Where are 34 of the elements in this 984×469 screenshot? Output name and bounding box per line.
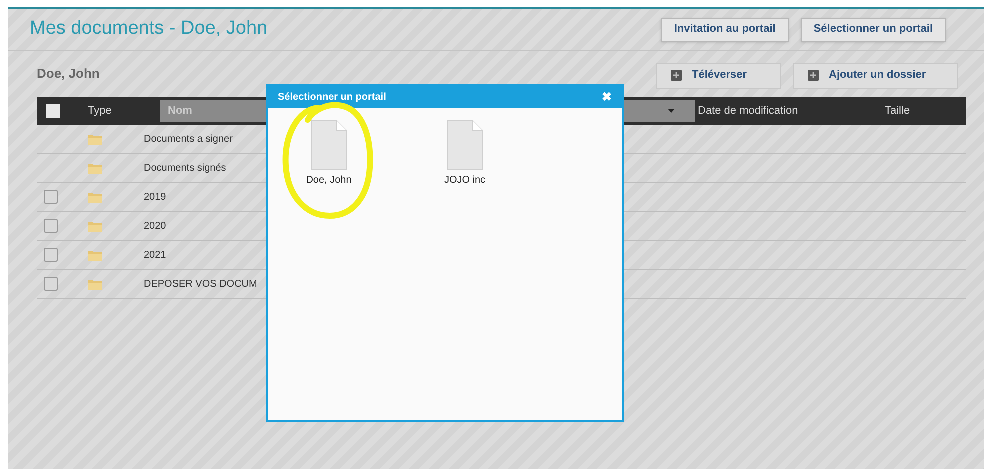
file-name[interactable]: Documents a signer [144,132,233,146]
page-title: Mes documents - Doe, John [30,17,268,42]
file-name[interactable]: 2020 [144,218,166,234]
select-all-checkbox[interactable] [46,104,60,118]
folder-icon [88,134,102,144]
folder-icon [88,278,102,290]
dialog-title: Sélectionner un portail [278,90,386,104]
folder-icon [88,220,102,232]
column-header[interactable]: Type [88,102,160,120]
portal-item[interactable]: JOJO inc [444,173,486,188]
file-name[interactable]: Documents signés [144,160,226,176]
folder-icon [88,192,102,202]
portal-item[interactable]: Doe, John [306,173,352,188]
plus-icon [808,70,819,81]
action-button[interactable]: Ajouter un dossier [793,62,958,88]
action-button[interactable]: Téléverser [656,62,781,88]
row-checkbox[interactable] [44,219,58,233]
column-header[interactable]: Date de modification [695,102,885,120]
folder-icon [88,250,102,260]
file-name[interactable]: 2019 [144,190,166,204]
header-button[interactable]: Invitation au portail [661,18,789,42]
plus-icon [671,70,682,81]
folder-icon [88,162,102,174]
row-checkbox[interactable] [44,248,58,262]
document-icon [447,120,483,170]
folder-owner: Doe, John [37,65,100,84]
file-name[interactable]: DEPOSER VOS DOCUM [144,276,258,292]
header-button[interactable]: Sélectionner un portail [800,18,946,42]
column-header[interactable]: Taille [885,102,910,120]
row-checkbox[interactable] [44,190,58,204]
caret-icon [668,109,675,113]
file-name[interactable]: 2021 [144,248,166,262]
row-checkbox[interactable] [44,277,58,291]
document-icon [311,120,347,170]
